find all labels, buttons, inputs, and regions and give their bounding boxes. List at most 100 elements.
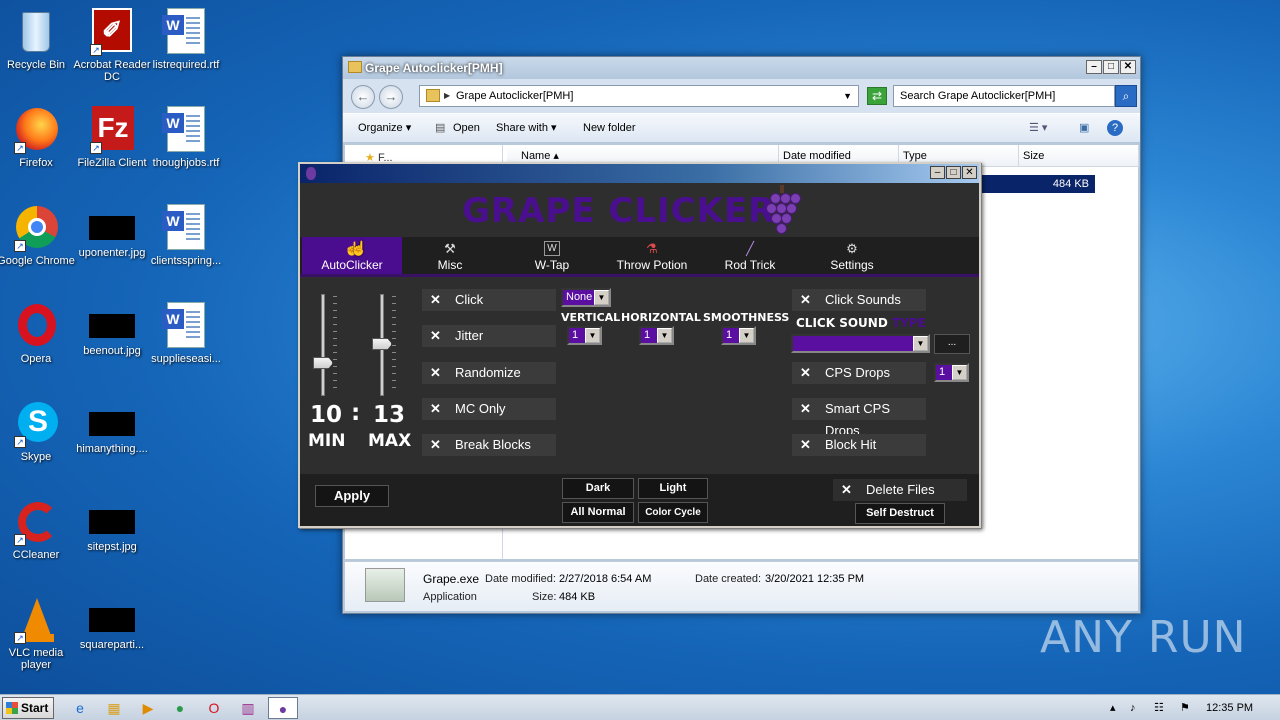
tab-throw-potion[interactable]: ⚗ Throw Potion (602, 237, 702, 274)
explorer-titlebar[interactable]: Grape Autoclicker[PMH] – □ ✕ (343, 57, 1140, 79)
clock[interactable]: 12:35 PM (1206, 695, 1253, 720)
new-folder-button[interactable]: New folder (583, 114, 636, 142)
option-smart-cps-drops[interactable]: ✕ Smart CPS Drops (792, 398, 926, 438)
open-button[interactable]: Open (453, 114, 480, 142)
grape-clicker-task-icon[interactable]: ● (268, 697, 298, 719)
ie-icon[interactable]: e (68, 697, 92, 719)
preview-pane-icon[interactable]: ▣ (1079, 114, 1089, 142)
close-button[interactable]: ✕ (1120, 60, 1136, 74)
self-destruct-button[interactable]: Self Destruct (855, 503, 945, 524)
horizontal-select[interactable]: 1 ▼ (639, 326, 674, 345)
option-jitter[interactable]: ✕ Jitter (422, 325, 556, 347)
maximize-button[interactable]: □ (946, 166, 961, 179)
minimize-button[interactable]: – (930, 166, 945, 179)
back-button[interactable]: ← (351, 85, 375, 109)
minimize-button[interactable]: – (1086, 60, 1102, 74)
option-click[interactable]: ✕ Click (422, 289, 556, 311)
search-icon[interactable]: ⌕ (1115, 85, 1137, 107)
chevron-down-icon[interactable]: ▼ (657, 328, 672, 343)
organize-button[interactable]: Organize ▾ (358, 114, 411, 142)
refresh-button[interactable]: ⇄ (867, 87, 887, 105)
grape-titlebar[interactable]: – □ ✕ (300, 164, 979, 183)
tab-w-tap[interactable]: W W-Tap (502, 237, 602, 274)
show-hidden-icons-icon[interactable]: ▴ (1110, 695, 1116, 720)
desktop-icon-firefox[interactable]: ↗ Firefox (0, 106, 78, 169)
option-break-blocks[interactable]: ✕ Break Blocks (422, 434, 556, 456)
share-with-button[interactable]: Share with ▾ (496, 114, 557, 142)
chevron-down-icon[interactable]: ▼ (739, 328, 754, 343)
chevron-down-icon[interactable]: ▼ (952, 365, 967, 380)
help-icon[interactable]: ? (1107, 120, 1123, 136)
option-delete-files[interactable]: ✕ Delete Files (833, 479, 967, 501)
max-cps-slider-ticks (392, 296, 396, 394)
smoothness-select[interactable]: 1 ▼ (721, 326, 756, 345)
desktop-icon-supplieseasi[interactable]: W supplieseasi... (144, 302, 228, 365)
volume-icon[interactable]: ♪ (1130, 695, 1136, 720)
desktop-icon-ccleaner[interactable]: ↗ CCleaner (0, 498, 78, 561)
network-icon[interactable]: ☷ (1154, 695, 1164, 720)
file-row-size-selected[interactable]: 484 KB (981, 175, 1095, 193)
desktop-icon-vlc[interactable]: ↗ VLC media player (0, 596, 78, 671)
desktop-icon-squareparti[interactable]: squareparti... (70, 596, 154, 651)
desktop-icon-listrequired[interactable]: W listrequired.rtf (144, 8, 228, 71)
address-bar[interactable]: ▶ Grape Autoclicker[PMH] ▼ (419, 85, 859, 107)
cps-drops-select[interactable]: 1 ▼ (934, 363, 969, 382)
apply-button[interactable]: Apply (315, 485, 389, 507)
breadcrumb-arrow-icon[interactable]: ▶ (444, 86, 450, 106)
min-cps-slider-track[interactable] (321, 294, 325, 396)
desktop-icon-beenout[interactable]: beenout.jpg (70, 302, 154, 357)
desktop-icon-uponenter[interactable]: uponenter.jpg (70, 204, 154, 259)
grape-clicker-window[interactable]: – □ ✕ GRAPE CLICKER ☝ AutoClicker ⚒ Misc… (298, 162, 981, 528)
search-input[interactable]: Search Grape Autoclicker[PMH] (893, 85, 1115, 107)
desktop-icon-acrobat[interactable]: ✐ ↗ Acrobat Reader DC (70, 8, 154, 83)
media-player-icon[interactable]: ▶ (136, 697, 160, 719)
option-block-hit[interactable]: ✕ Block Hit (792, 434, 926, 456)
desktop-icon-chrome[interactable]: ↗ Google Chrome (0, 204, 78, 267)
chevron-down-icon[interactable]: ▼ (913, 336, 928, 351)
theme-color-cycle-button[interactable]: Color Cycle (638, 502, 708, 523)
chevron-down-icon[interactable]: ▼ (843, 86, 852, 106)
horizontal-label: HORIZONTAL (621, 311, 701, 324)
winrar-icon[interactable]: ▥ (236, 697, 260, 719)
min-cps-slider-thumb[interactable] (313, 357, 333, 369)
desktop-icon-recycle-bin[interactable]: Recycle Bin (0, 8, 78, 71)
mode-select[interactable]: None ▼ (561, 288, 611, 307)
desktop-icon-clientsspring[interactable]: W clientsspring... (144, 204, 228, 267)
folder-icon[interactable]: ▦ (102, 697, 126, 719)
theme-all-normal-button[interactable]: All Normal (562, 502, 634, 523)
desktop-icon-himanything[interactable]: himanything.... (70, 400, 154, 455)
view-options-icon[interactable]: ☰ ▾ (1029, 114, 1047, 142)
column-header-size[interactable]: Size (1019, 145, 1139, 167)
desktop-icon-opera[interactable]: Opera (0, 302, 78, 365)
start-button[interactable]: Start (2, 697, 54, 719)
filezilla-icon: Fz ↗ (88, 106, 136, 154)
desktop-icon-thoughjobs[interactable]: W thoughjobs.rtf (144, 106, 228, 169)
maximize-button[interactable]: □ (1103, 60, 1119, 74)
tab-rod-trick[interactable]: ╱ Rod Trick (700, 237, 800, 274)
browse-sound-button[interactable]: ... (934, 334, 970, 354)
desktop-icon-label: Opera (20, 353, 52, 365)
desktop-icon-sitepst[interactable]: sitepst.jpg (70, 498, 154, 553)
option-randomize[interactable]: ✕ Randomize (422, 362, 556, 384)
desktop-icon-filezilla[interactable]: Fz ↗ FileZilla Client (70, 106, 154, 169)
chrome-icon[interactable]: ● (168, 697, 192, 719)
theme-dark-button[interactable]: Dark (562, 478, 634, 499)
option-mc-only[interactable]: ✕ MC Only (422, 398, 556, 420)
option-click-sounds[interactable]: ✕ Click Sounds (792, 289, 926, 311)
desktop-icon-skype[interactable]: S ↗ Skype (0, 400, 78, 463)
tab-settings[interactable]: ⚙ Settings (802, 237, 902, 274)
close-button[interactable]: ✕ (962, 166, 977, 179)
tab-misc[interactable]: ⚒ Misc (400, 237, 500, 274)
vertical-select[interactable]: 1 ▼ (567, 326, 602, 345)
forward-button[interactable]: → (379, 85, 403, 109)
option-cps-drops[interactable]: ✕ CPS Drops (792, 362, 926, 384)
max-cps-slider-thumb[interactable] (372, 338, 392, 350)
action-center-flag-icon[interactable]: ⚑ (1180, 695, 1190, 720)
opera-icon[interactable]: O (202, 697, 226, 719)
chevron-down-icon[interactable]: ▼ (594, 290, 609, 305)
click-sound-type-select[interactable]: ▼ (791, 334, 930, 353)
desktop-icon-label: Skype (20, 451, 52, 463)
explorer-title: Grape Autoclicker[PMH] (365, 61, 503, 75)
theme-light-button[interactable]: Light (638, 478, 708, 499)
chevron-down-icon[interactable]: ▼ (585, 328, 600, 343)
